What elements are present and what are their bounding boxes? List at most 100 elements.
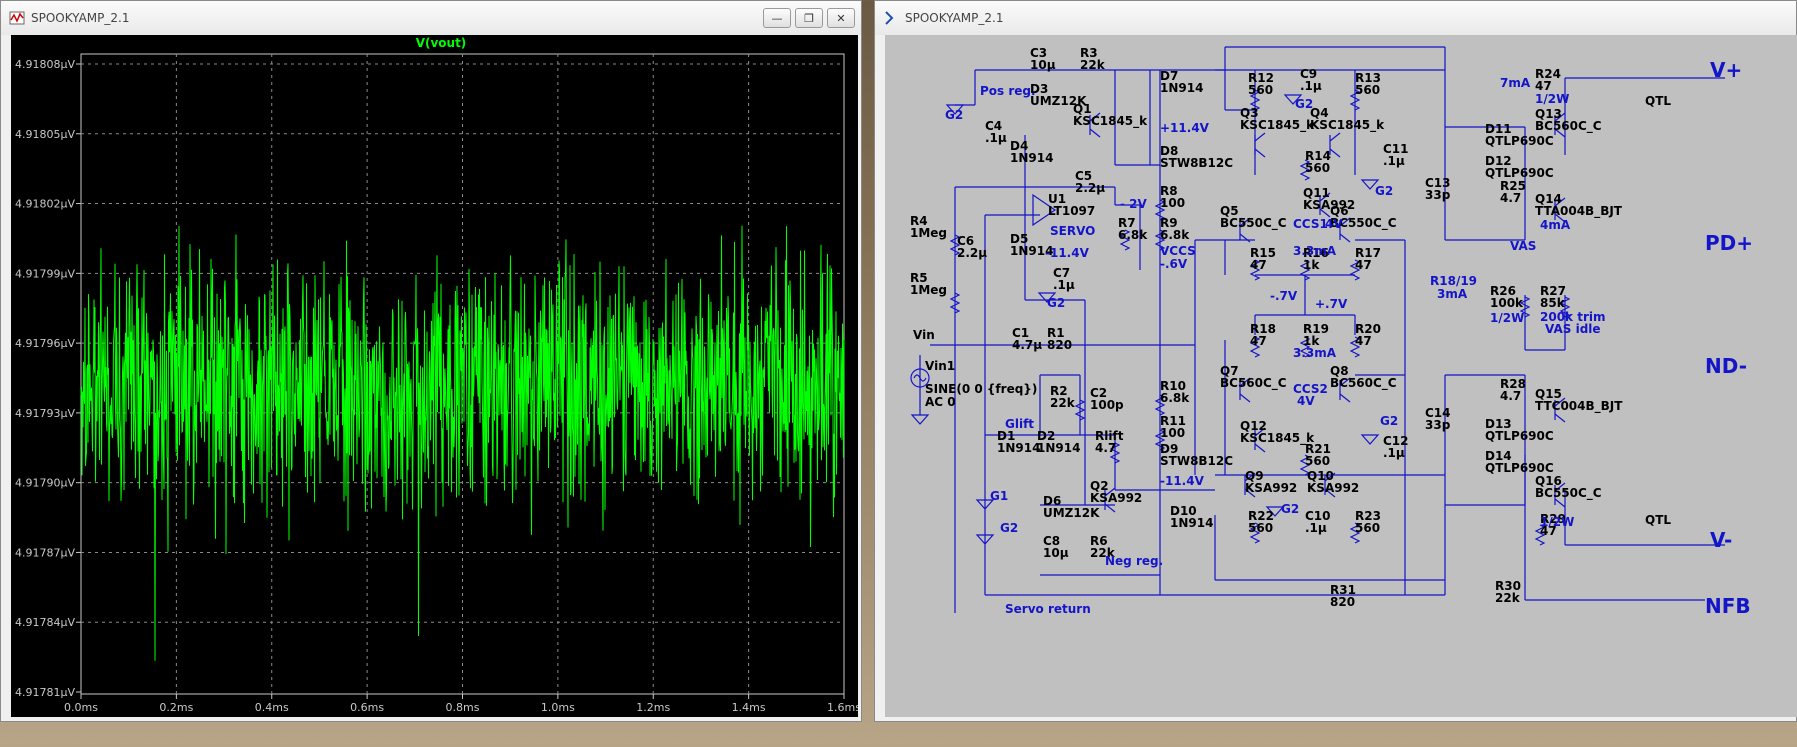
part-value-r30: 22k	[1495, 591, 1521, 605]
part-value-q12: KSC1845_k	[1240, 431, 1315, 446]
part-value-r8: 100	[1160, 196, 1185, 210]
annotation-ma4: 4mA	[1540, 218, 1571, 232]
transistor-icon	[1254, 132, 1266, 142]
part-value-c2: 100p	[1090, 398, 1124, 412]
trace-label[interactable]: V(vout)	[416, 36, 467, 50]
part-value-d10: 1N914	[1170, 516, 1213, 530]
annotation-ndminus: ND-	[1705, 354, 1747, 378]
part-value-r15: 47	[1250, 258, 1267, 272]
x-tick-label: 1.0ms	[541, 701, 575, 714]
part-value-r10: 6.8k	[1160, 391, 1190, 405]
part-value-r1: 820	[1047, 338, 1072, 352]
part-value-c6: 2.2µ	[957, 246, 987, 260]
x-tick-label: 0.4ms	[255, 701, 289, 714]
annotation-glift: Glift	[1005, 417, 1034, 431]
part-value-c3: 10µ	[1030, 58, 1056, 72]
x-tick-label: 0.0ms	[64, 701, 98, 714]
part-value-d13: QTLP690C	[1485, 429, 1554, 443]
schematic-drawing[interactable]: C310µR322kD3UMZ12KQ1KSC1845_kC4.1µD41N91…	[885, 35, 1797, 717]
transistor-icon	[1554, 413, 1566, 423]
close-icon: ✕	[836, 11, 846, 25]
part-value-r27: 85k	[1540, 296, 1566, 310]
part-value-r24: 47	[1535, 79, 1552, 93]
part-value-r25: 4.7	[1500, 191, 1521, 205]
close-button[interactable]: ✕	[827, 8, 855, 28]
waveform-plot[interactable]: V(vout) 4.91808µV 4.91805µV 4.91802µV 4.917…	[11, 35, 861, 717]
annotation-pdplus: PD+	[1705, 231, 1753, 255]
annotation-vminus: V-	[1710, 528, 1732, 552]
part-value-r12: 560	[1248, 83, 1273, 97]
x-tick-label: 0.6ms	[350, 701, 384, 714]
restore-button[interactable]: ❐	[795, 8, 823, 28]
annotation-pos-reg: Pos reg.	[980, 84, 1036, 98]
transistor-icon	[1339, 233, 1351, 243]
y-tick-label: 4.91793µV	[15, 407, 75, 420]
part-value-r18: 47	[1250, 334, 1267, 348]
part-value-c7: .1µ	[1053, 278, 1075, 292]
annotation-v-m114a: -11.4V	[1045, 246, 1090, 260]
part-value-d2: 1N914	[1037, 441, 1080, 455]
part-value-q2: KSA992	[1090, 491, 1142, 505]
annotation-v-p07: +.7V	[1315, 297, 1348, 311]
y-tick-label: 4.91784µV	[15, 616, 75, 629]
part-value-r16: 1k	[1303, 258, 1320, 272]
annotation-ma3: 3mA	[1437, 287, 1468, 301]
schematic-window[interactable]: SPOOKYAMP_2.1 C3 10µ R3 22k D3 UMZ12K Q1 KSC184…	[874, 0, 1797, 722]
waveform-app-icon	[9, 11, 25, 25]
annotation-ma33a: 3.3mA	[1293, 244, 1337, 258]
waveform-plot-pane[interactable]: V(vout) 4.91808µV 4.91805µV 4.91802µV 4.917…	[11, 35, 861, 717]
part-value-r4: 1Meg	[910, 226, 947, 240]
part-value-r26: 100k	[1490, 296, 1524, 310]
annotation-w12c: 1/2W	[1540, 515, 1574, 529]
annotation-w12b: 1/2W	[1490, 311, 1524, 325]
y-tick-label: 4.91787µV	[15, 546, 75, 559]
annotation-v-m07: -.7V	[1270, 289, 1298, 303]
annotation-vas: VAS	[1510, 239, 1536, 253]
annotation-g1: G1	[990, 489, 1008, 503]
part-value-q16: BC550C_C	[1535, 486, 1602, 501]
annotation-vccs: VCCS	[1160, 244, 1196, 258]
part-value-r5: 1Meg	[910, 283, 947, 297]
minimize-icon: —	[771, 11, 783, 25]
ground-icon	[910, 414, 930, 425]
source-name[interactable]: Vin1	[925, 359, 955, 373]
part-value-d4: 1N914	[1010, 151, 1053, 165]
part-value-r31: 820	[1330, 595, 1355, 609]
annotation-ccs1: CCS1	[1293, 217, 1328, 231]
x-tick-label: 1.6ms	[827, 701, 858, 714]
y-axis-ticks: 4.91808µV 4.91805µV 4.91802µV 4.91799µV 4.91…	[15, 58, 81, 699]
annotation-ma33b: 3.3mA	[1293, 346, 1337, 360]
annotation-g2f: G2	[1281, 502, 1299, 516]
annotation-g2g: G2	[1380, 414, 1398, 428]
waveform-titlebar[interactable]: SPOOKYAMP_2.1 — ❐ ✕	[1, 1, 861, 35]
minimize-button[interactable]: —	[763, 8, 791, 28]
annotation-neg-reg: Neg reg.	[1105, 554, 1163, 568]
part-value-c14: 33p	[1425, 418, 1451, 432]
ground-icon	[1360, 434, 1380, 445]
part-value-r22: 560	[1248, 521, 1273, 535]
annotation-r1819: R18/19	[1430, 274, 1477, 288]
transistor-icon	[1254, 148, 1266, 158]
part-value-c10: .1µ	[1305, 521, 1327, 535]
schematic-canvas[interactable]: C3 10µ R3 22k D3 UMZ12K Q1 KSC1845_k C4.1µ D4 1N91…	[885, 35, 1797, 717]
transistor-icon	[1339, 393, 1351, 403]
part-value-c5: 2.2µ	[1075, 181, 1105, 195]
annotation-v-m114b: -11.4V	[1160, 474, 1205, 488]
part-value-c11: .1µ	[1383, 154, 1405, 168]
part-value-q5: BC550C_C	[1220, 216, 1287, 231]
part-value-d1: 1N914	[997, 441, 1040, 455]
annotation-g2a: G2	[945, 108, 963, 122]
part-value-c13: 33p	[1425, 188, 1451, 202]
annotation-ma7: 7mA	[1500, 76, 1531, 90]
part-value-u1: LT1097	[1048, 204, 1095, 218]
part-value-q7: BC560C_C	[1220, 376, 1287, 391]
schematic-app-icon	[885, 11, 894, 25]
annotation-qtl2: QTL	[1645, 513, 1671, 527]
annotation-v4a: 4V	[1325, 217, 1343, 231]
waveform-window[interactable]: SPOOKYAMP_2.1 — ❐ ✕ V(vout) 4.91808µV 4.9…	[0, 0, 862, 722]
transistor-icon	[1329, 148, 1341, 158]
x-axis-ticks: 0.0ms 0.2ms 0.4ms 0.6ms 0.8ms 1.0ms 1.2ms 1.4ms…	[64, 694, 861, 714]
schematic-titlebar[interactable]: SPOOKYAMP_2.1	[875, 1, 1796, 35]
x-tick-label: 1.4ms	[732, 701, 766, 714]
restore-icon: ❐	[804, 11, 814, 25]
